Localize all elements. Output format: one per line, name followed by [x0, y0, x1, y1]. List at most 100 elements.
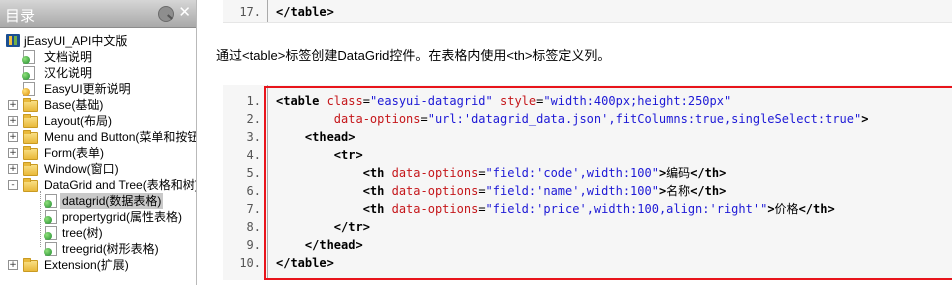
code-token: "url:'datagrid_data.json',fitColumns:tru…	[427, 112, 862, 126]
code-line: 3. <thead>	[223, 128, 356, 146]
tree-item[interactable]: propertygrid(属性表格)	[0, 209, 196, 225]
tree-item[interactable]: treegrid(树形表格)	[0, 241, 196, 257]
code-token: <thead>	[304, 130, 356, 144]
code-text: <thead>	[276, 128, 356, 146]
code-token: "field:'price',width:100,align:'right'"	[485, 202, 768, 216]
folder-icon	[23, 114, 38, 128]
code-token: "field:'name',width:100"	[485, 184, 659, 198]
code-text: data-options="url:'datagrid_data.json',f…	[276, 110, 869, 128]
page-icon	[44, 194, 57, 208]
code-token: </table>	[276, 256, 334, 270]
tree-item-label: 汉化说明	[44, 66, 93, 80]
code-line: 4. <tr>	[223, 146, 363, 164]
expand-icon[interactable]: +	[8, 100, 18, 110]
code-line: 2. data-options="url:'datagrid_data.json…	[223, 110, 869, 128]
code-line: 6. <th data-options="field:'name',width:…	[223, 182, 727, 200]
code-token: data-options	[391, 202, 479, 216]
tree-item[interactable]: EasyUI更新说明	[0, 81, 196, 97]
close-icon[interactable]: ✕	[178, 3, 191, 21]
code-text: </table>	[276, 254, 334, 272]
expand-icon[interactable]: +	[8, 260, 18, 270]
expand-icon[interactable]: +	[8, 148, 18, 158]
code-block-previous: 17. </table>	[223, 0, 952, 23]
page-icon	[44, 210, 57, 224]
folder-icon	[23, 178, 38, 192]
code-token: =	[420, 112, 428, 126]
splitter[interactable]	[197, 0, 202, 285]
folder-icon	[23, 162, 38, 176]
code-token: <table	[276, 94, 327, 108]
tree-item-label: treegrid(树形表格)	[62, 242, 159, 256]
content-pane: 17. </table> 通过<table>标签创建DataGrid控件。在表格…	[203, 0, 952, 285]
page-icon	[22, 50, 35, 64]
code-token: =	[478, 202, 486, 216]
code-token: class	[326, 94, 363, 108]
tree-item[interactable]: jEasyUI_API中文版	[0, 33, 196, 49]
folder-icon	[23, 130, 38, 144]
tree-item[interactable]: + Menu and Button(菜单和按钮)	[0, 129, 196, 145]
tree-item[interactable]: + Base(基础)	[0, 97, 196, 113]
line-number: 5.	[246, 166, 261, 180]
tree-item[interactable]: + Form(表单)	[0, 145, 196, 161]
tree-item[interactable]: + Window(窗口)	[0, 161, 196, 177]
tree-item[interactable]: datagrid(数据表格)	[0, 193, 196, 209]
code-token: "width:400px;height:250px"	[543, 94, 732, 108]
toc-panel: 目录 ✕ jEasyUI_API中文版 文档说明 汉化说明 EasyUI更新说明 + Ba…	[0, 0, 197, 285]
line-number: 3.	[246, 130, 261, 144]
tree-item[interactable]: + Extension(扩展)	[0, 257, 196, 273]
tree-item[interactable]: 文档说明	[0, 49, 196, 65]
tree-item-label: Base(基础)	[44, 98, 104, 112]
page-icon	[22, 66, 35, 80]
tree-item-label: EasyUI更新说明	[44, 82, 131, 96]
code-line: 9. </thead>	[223, 236, 363, 254]
line-number: 8.	[246, 220, 261, 234]
code-token: 价格	[774, 202, 799, 216]
folder-icon	[23, 258, 38, 272]
code-line: 1. <table class="easyui-datagrid" style="…	[223, 92, 732, 110]
code-token: =	[478, 184, 486, 198]
tree-item-label: Extension(扩展)	[44, 258, 129, 272]
expand-icon[interactable]: +	[8, 116, 18, 126]
expand-icon[interactable]: +	[8, 164, 18, 174]
code-token: <th	[362, 202, 392, 216]
line-number: 4.	[246, 148, 261, 162]
tree-item[interactable]: - DataGrid and Tree(表格和树)	[0, 177, 196, 193]
code-line: 10. </table>	[223, 254, 333, 272]
line-number: 1.	[246, 94, 261, 108]
line-number: 9.	[246, 238, 261, 252]
code-token: style	[500, 94, 537, 108]
tree-item-label: DataGrid and Tree(表格和树)	[44, 178, 197, 192]
note-icon	[22, 82, 35, 96]
line-number: 7.	[246, 202, 261, 216]
code-token: >	[767, 202, 775, 216]
code-block: 1. <table class="easyui-datagrid" style="…	[223, 85, 952, 280]
tree-item[interactable]: 汉化说明	[0, 65, 196, 81]
gutter-divider	[267, 0, 268, 22]
code-line: 5. <th data-options="field:'code',width:…	[223, 164, 727, 182]
code-token: </th>	[690, 166, 727, 180]
line-number: 10.	[239, 256, 261, 270]
expand-icon[interactable]: +	[8, 132, 18, 142]
pin-icon[interactable]	[158, 6, 174, 22]
tree-item-label: Window(窗口)	[44, 162, 119, 176]
code-line: 7. <th data-options="field:'price',width…	[223, 200, 835, 218]
tree-item[interactable]: tree(树)	[0, 225, 196, 241]
tree-item-label: jEasyUI_API中文版	[24, 34, 128, 48]
line-number: 2.	[246, 112, 261, 126]
code-text: <table class="easyui-datagrid" style="wi…	[276, 92, 731, 110]
tree-item[interactable]: + Layout(布局)	[0, 113, 196, 129]
code-token: </th>	[690, 184, 727, 198]
collapse-icon[interactable]: -	[8, 180, 18, 190]
code-token: data-options	[391, 184, 479, 198]
code-token: <th	[362, 166, 392, 180]
code-line: 8. </tr>	[223, 218, 370, 236]
code-token: "field:'code',width:100"	[485, 166, 659, 180]
